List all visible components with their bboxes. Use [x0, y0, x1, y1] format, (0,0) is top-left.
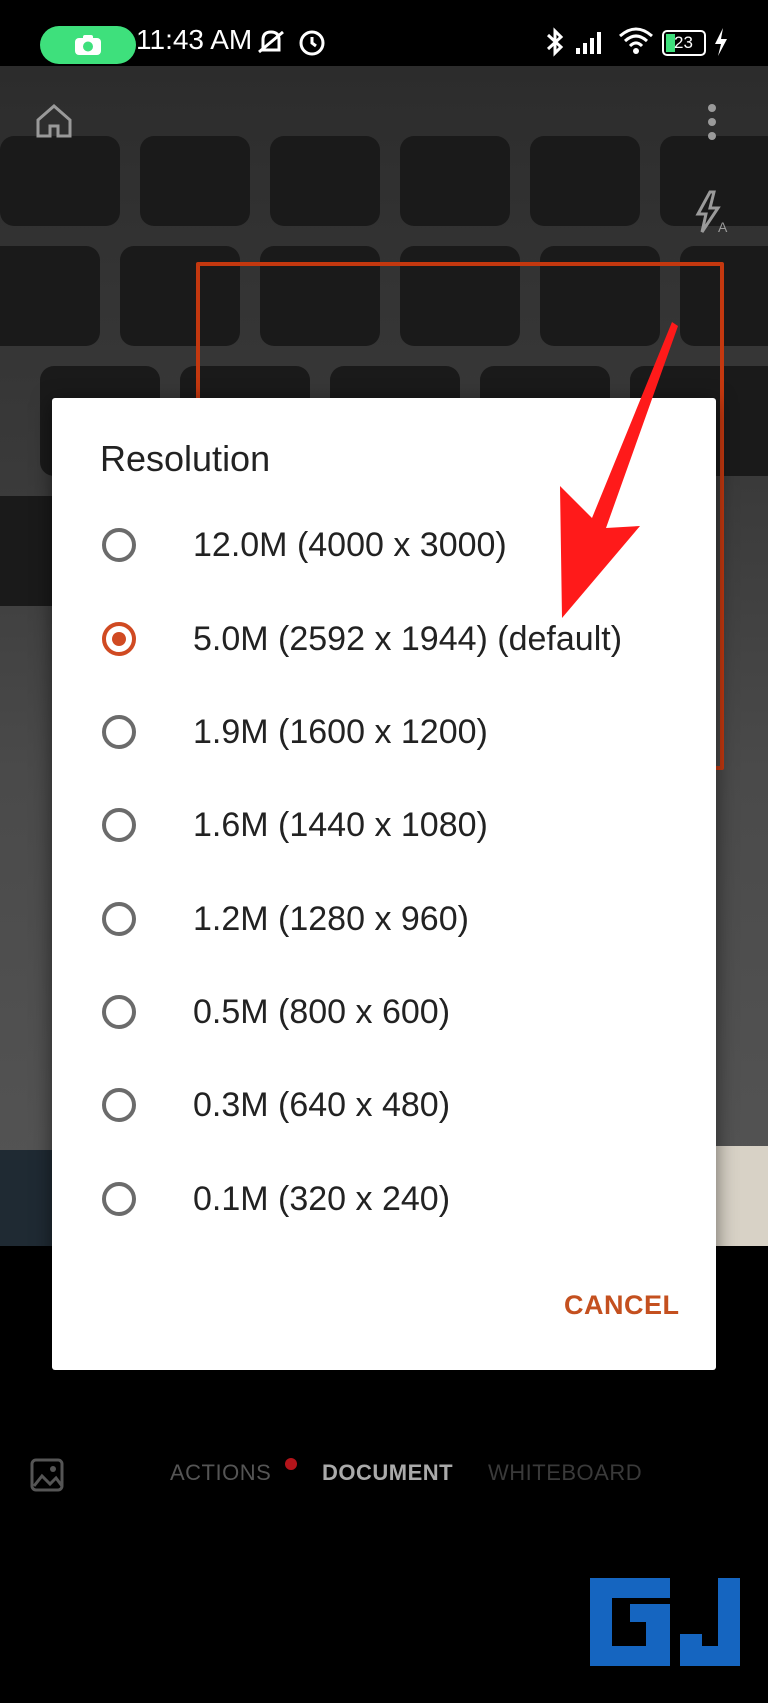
radio-button-selected[interactable] — [102, 622, 136, 656]
radio-button[interactable] — [102, 528, 136, 562]
resolution-option-label: 12.0M (4000 x 3000) — [193, 526, 507, 564]
wifi-icon — [619, 27, 653, 54]
screen-record-pill[interactable] — [40, 26, 136, 64]
radio-button[interactable] — [102, 1088, 136, 1122]
signal-icon — [576, 32, 601, 54]
svg-text:A: A — [718, 219, 728, 235]
cancel-button[interactable]: CANCEL — [564, 1290, 680, 1321]
charging-icon — [715, 28, 727, 56]
radio-button[interactable] — [102, 902, 136, 936]
resolution-option[interactable]: 0.5M (800 x 600) — [52, 973, 716, 1059]
notification-dot — [285, 1458, 297, 1470]
gallery-icon[interactable] — [28, 1456, 68, 1496]
status-time: 11:43 AM — [136, 24, 253, 55]
mode-whiteboard[interactable]: WHITEBOARD — [488, 1460, 642, 1486]
resolution-option[interactable]: 0.1M (320 x 240) — [52, 1160, 716, 1246]
bluetooth-icon — [546, 27, 564, 57]
thumbnail-right — [714, 1146, 768, 1246]
resolution-option-label: 1.6M (1440 x 1080) — [193, 806, 488, 844]
resolution-option-label: 0.1M (320 x 240) — [193, 1180, 451, 1218]
radio-button[interactable] — [102, 1182, 136, 1216]
mute-icon — [258, 30, 284, 54]
resolution-option[interactable]: 1.6M (1440 x 1080) — [52, 786, 716, 872]
mode-actions[interactable]: ACTIONS — [170, 1460, 271, 1486]
battery-level: 23 — [674, 33, 693, 52]
battery-icon: 23 — [662, 30, 706, 56]
alarm-icon — [299, 30, 325, 56]
resolution-option-label: 1.9M (1600 x 1200) — [193, 713, 488, 751]
home-icon[interactable] — [32, 98, 76, 142]
resolution-option[interactable]: 0.3M (640 x 480) — [52, 1066, 716, 1152]
mode-document[interactable]: DOCUMENT — [322, 1460, 453, 1486]
resolution-option-label: 0.5M (800 x 600) — [193, 993, 451, 1031]
radio-button[interactable] — [102, 715, 136, 749]
resolution-option-label: 1.2M (1280 x 960) — [193, 900, 469, 938]
resolution-option[interactable]: 1.9M (1600 x 1200) — [52, 693, 716, 779]
watermark-logo — [590, 1578, 740, 1666]
more-options-icon[interactable] — [700, 100, 724, 144]
resolution-option[interactable]: 1.2M (1280 x 960) — [52, 880, 716, 966]
thumbnail-left — [0, 1150, 52, 1246]
annotation-arrow — [560, 322, 678, 618]
resolution-option-label: 0.3M (640 x 480) — [193, 1086, 451, 1124]
flash-auto-icon[interactable]: A — [692, 190, 732, 236]
radio-button[interactable] — [102, 808, 136, 842]
camera-icon — [75, 35, 101, 55]
dialog-title: Resolution — [100, 438, 271, 479]
radio-button[interactable] — [102, 995, 136, 1029]
